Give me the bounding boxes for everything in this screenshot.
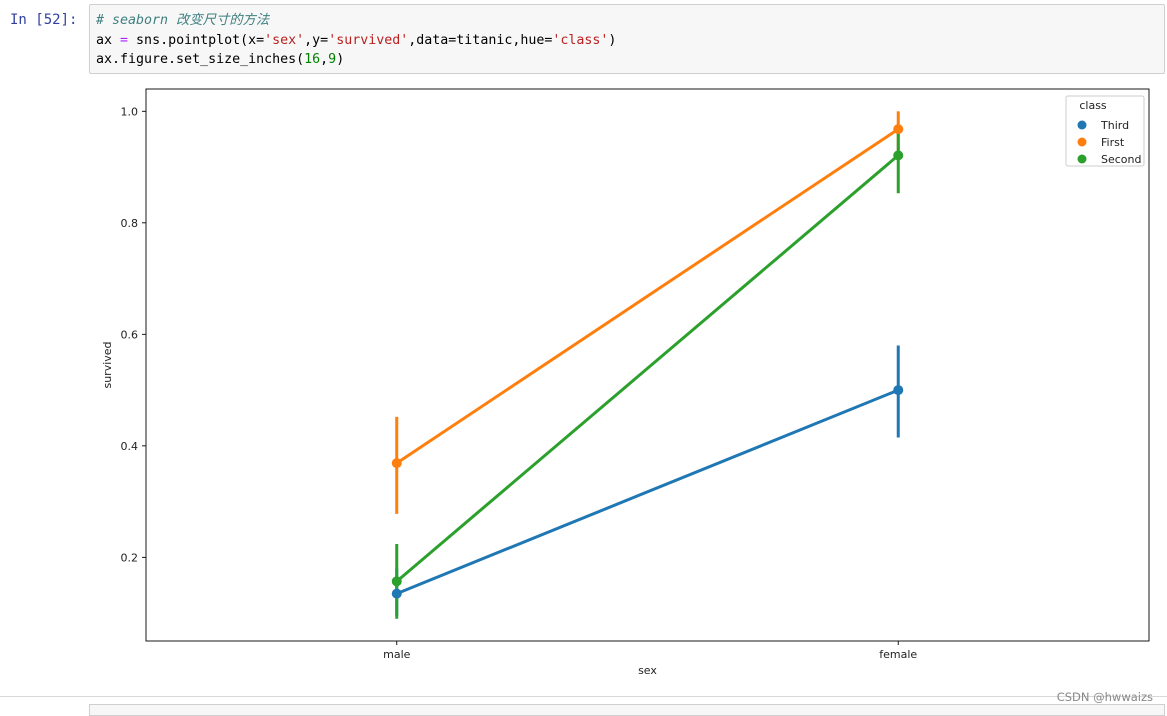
- legend-marker: [1077, 120, 1087, 130]
- x-axis-label: sex: [638, 664, 657, 677]
- code-token: ,: [320, 52, 329, 67]
- code-line-2: ax = sns.pointplot(x='sex',y='survived',…: [96, 31, 1158, 51]
- legend-label: First: [1101, 136, 1125, 149]
- watermark: CSDN @hwwaizs: [1056, 690, 1153, 704]
- cell-prompt: In [52]:: [10, 12, 78, 28]
- code-token: sns.pointplot(x=: [128, 32, 265, 48]
- code-token: ,data=titanic,hue=: [408, 32, 553, 48]
- data-point: [391, 588, 402, 599]
- cell-output: 0.2 0.4 0.6 0.8 1.0 male female sex survived clas…: [89, 82, 1165, 692]
- code-line-1: # seaborn 改变尺寸的方法: [96, 11, 1158, 31]
- series-line: [395, 127, 900, 465]
- legend-label: Third: [1100, 119, 1129, 132]
- legend-title: class: [1079, 99, 1107, 112]
- code-token: ): [608, 32, 617, 48]
- y-tick-label: 0.4: [121, 440, 139, 453]
- code-comment: # seaborn 改变尺寸的方法: [96, 13, 270, 28]
- y-tick-label: 0.8: [121, 217, 139, 230]
- legend-marker: [1077, 154, 1087, 164]
- code-number: 9: [328, 52, 337, 67]
- code-token: ax.figure.set_size_inches(: [96, 52, 305, 67]
- data-point: [893, 150, 904, 161]
- y-tick-label: 0.6: [121, 328, 139, 341]
- code-number: 16: [304, 52, 321, 67]
- code-string: 'sex': [264, 32, 305, 48]
- data-point: [893, 385, 904, 396]
- y-tick-label: 0.2: [121, 551, 139, 564]
- next-code-cell[interactable]: [89, 704, 1165, 716]
- code-cell[interactable]: # seaborn 改变尺寸的方法 ax = sns.pointplot(x='s…: [89, 4, 1165, 74]
- pointplot-chart: 0.2 0.4 0.6 0.8 1.0 male female sex survived clas…: [101, 88, 1150, 677]
- code-token: ): [336, 52, 345, 67]
- code-token: ax: [96, 32, 121, 48]
- code-token: ,y=: [304, 32, 329, 48]
- y-axis-label: survived: [101, 341, 114, 388]
- data-point: [391, 458, 402, 469]
- x-tick-label: male: [383, 648, 411, 661]
- x-tick-label: female: [879, 648, 917, 661]
- legend-label: Second: [1101, 153, 1141, 166]
- legend-marker: [1077, 137, 1087, 147]
- cell-divider: [0, 696, 1167, 697]
- code-line-3: ax.figure.set_size_inches(16,9): [96, 50, 1158, 70]
- series-line: [395, 153, 900, 583]
- data-point: [391, 576, 402, 587]
- data-point: [893, 124, 904, 135]
- code-operator: =: [120, 32, 129, 48]
- code-string: 'class': [552, 32, 609, 48]
- code-string: 'survived': [328, 32, 409, 48]
- series-line: [395, 388, 900, 596]
- y-tick-label: 1.0: [121, 105, 139, 118]
- plot-frame: [145, 88, 1150, 642]
